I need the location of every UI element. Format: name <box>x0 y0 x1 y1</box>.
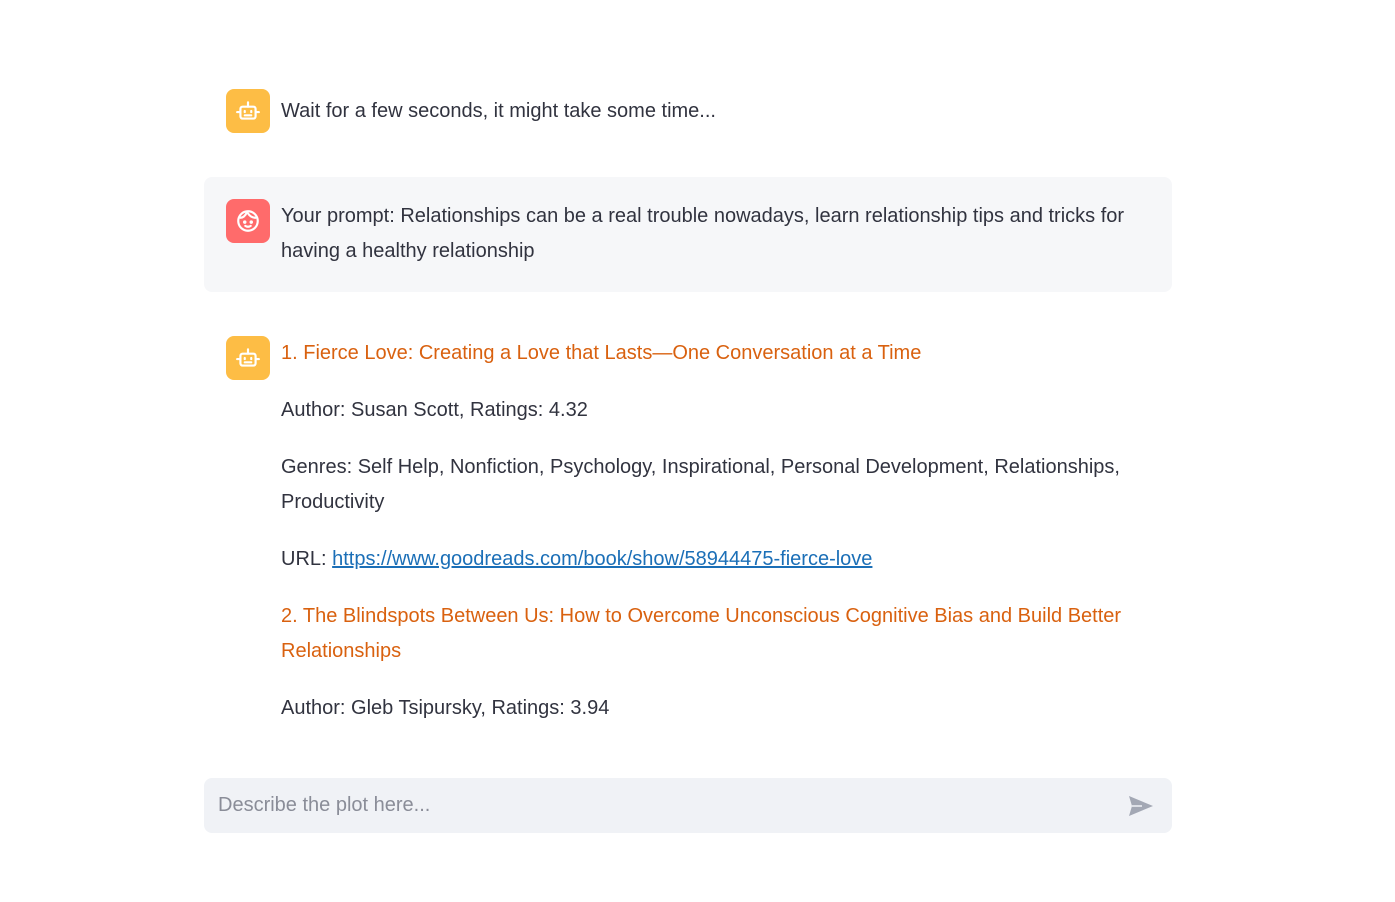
status-text: Wait for a few seconds, it might take so… <box>281 100 716 122</box>
book-url-line-1: URL: https://www.goodreads.com/book/show… <box>281 542 1148 577</box>
chat-message-user-prompt: Your prompt: Relationships can be a real… <box>204 177 1172 292</box>
robot-icon <box>226 336 270 380</box>
book-url-link-1[interactable]: https://www.goodreads.com/book/show/5894… <box>332 548 872 570</box>
robot-icon <box>226 89 270 133</box>
chat-message-results: 1. Fierce Love: Creating a Love that Las… <box>204 336 1172 726</box>
message-content: Wait for a few seconds, it might take so… <box>281 89 1148 129</box>
book-title-2: 2. The Blindspots Between Us: How to Ove… <box>281 605 1122 662</box>
chat-message-status: Wait for a few seconds, it might take so… <box>204 89 1172 133</box>
send-button[interactable] <box>1126 791 1156 821</box>
message-content: Your prompt: Relationships can be a real… <box>281 199 1148 269</box>
book-author-1: Author: Susan Scott, Ratings: 4.32 <box>281 399 588 421</box>
book-author-2: Author: Gleb Tsipursky, Ratings: 3.94 <box>281 697 610 719</box>
chat-page: Wait for a few seconds, it might take so… <box>0 0 1395 902</box>
chat-input-bar <box>204 778 1172 833</box>
prompt-text: Your prompt: Relationships can be a real… <box>281 205 1125 262</box>
face-icon <box>226 199 270 243</box>
chat-input[interactable] <box>216 793 1126 818</box>
send-icon <box>1129 795 1153 816</box>
message-content: 1. Fierce Love: Creating a Love that Las… <box>281 336 1148 726</box>
book-genres-1: Genres: Self Help, Nonfiction, Psycholog… <box>281 456 1120 513</box>
book-title-1: 1. Fierce Love: Creating a Love that Las… <box>281 342 922 364</box>
url-label: URL: <box>281 548 333 570</box>
